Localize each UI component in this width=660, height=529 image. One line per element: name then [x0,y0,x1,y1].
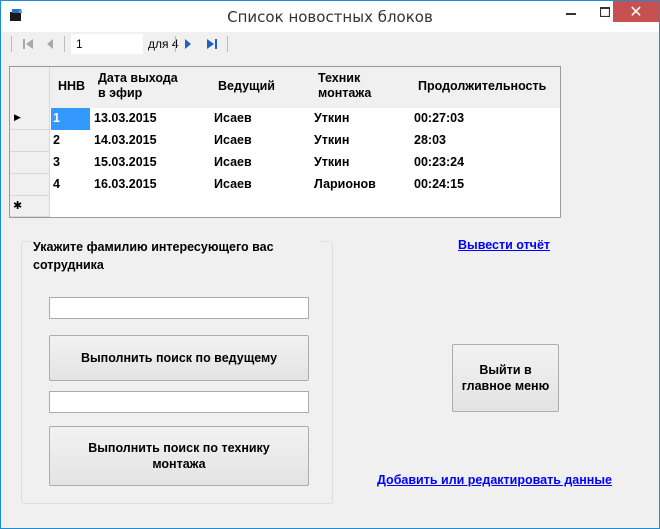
position-input[interactable]: 1 [71,34,143,54]
toolbar-grip [11,36,12,52]
search-by-host-button[interactable]: Выполнить поиск по ведущему [49,335,309,381]
print-report-link[interactable]: Вывести отчёт [458,238,550,252]
minimize-icon [566,12,576,15]
cell-technician[interactable]: Уткин [314,155,349,169]
host-search-input[interactable] [49,297,309,319]
cell-nnv[interactable]: 3 [53,155,60,169]
cell-duration[interactable]: 28:03 [414,133,446,147]
cell-air-date[interactable]: 14.03.2015 [94,133,157,147]
binding-navigator: 1 для 4 [9,32,653,56]
cell-air-date[interactable]: 15.03.2015 [94,155,157,169]
grid-header: ННВ Дата выхода в эфир Ведущий Техник мо… [10,67,560,108]
technician-search-input[interactable] [49,391,309,413]
exit-to-main-menu-button[interactable]: Выйти в главное меню [452,344,559,412]
cell-duration[interactable]: 00:27:03 [414,111,464,125]
cell-host[interactable]: Исаев [214,155,252,169]
row-header[interactable] [10,152,50,174]
column-header-nnv[interactable]: ННВ [58,79,85,94]
search-groupbox-title: Укажите фамилию интересующего вас сотруд… [31,238,321,274]
row-header[interactable]: ✱ [10,196,50,217]
row-header[interactable] [10,174,50,196]
minimize-button[interactable] [551,1,591,22]
move-next-icon[interactable] [181,37,195,51]
search-by-technician-button[interactable]: Выполнить поиск по технику монтажа [49,426,309,486]
toolbar-separator [227,36,228,52]
move-first-icon[interactable] [21,37,35,51]
cell-nnv[interactable]: 4 [53,177,60,191]
column-header-technician[interactable]: Техник монтажа [318,71,371,101]
add-or-edit-data-link[interactable]: Добавить или редактировать данные [377,473,612,487]
current-row-icon: ▶ [14,112,21,122]
cell-host[interactable]: Исаев [214,111,252,125]
column-header-host[interactable]: Ведущий [218,79,275,94]
toolbar-separator [175,36,176,52]
news-blocks-grid[interactable]: ННВ Дата выхода в эфир Ведущий Техник мо… [9,66,561,218]
cell-duration[interactable]: 00:23:24 [414,155,464,169]
title-bar: Список новостных блоков ✕ [1,1,659,32]
column-header-air-date[interactable]: Дата выхода в эфир [98,71,178,101]
move-previous-icon[interactable] [43,37,57,51]
close-icon: ✕ [629,3,643,21]
cell-host[interactable]: Исаев [214,177,252,191]
count-label: для 4 [148,37,179,51]
cell-technician[interactable]: Уткин [314,111,349,125]
cell-air-date[interactable]: 13.03.2015 [94,111,157,125]
maximize-icon [599,6,610,17]
grid-corner [10,67,50,108]
toolbar-separator [64,36,65,52]
main-window: Список новостных блоков ✕ 1 для 4 ННВ Да… [0,0,660,529]
move-last-icon[interactable] [205,37,219,51]
row-header[interactable] [10,130,50,152]
new-row-icon: ✱ [13,200,23,212]
column-header-duration[interactable]: Продолжительность [418,79,546,94]
close-button[interactable]: ✕ [613,1,659,22]
cell-technician[interactable]: Ларионов [314,177,376,191]
cell-nnv[interactable]: 2 [53,133,60,147]
cell-host[interactable]: Исаев [214,133,252,147]
cell-duration[interactable]: 00:24:15 [414,177,464,191]
row-header[interactable]: ▶ [10,108,50,130]
cell-nnv[interactable]: 1 [53,111,60,125]
cell-air-date[interactable]: 16.03.2015 [94,177,157,191]
cell-technician[interactable]: Уткин [314,133,349,147]
